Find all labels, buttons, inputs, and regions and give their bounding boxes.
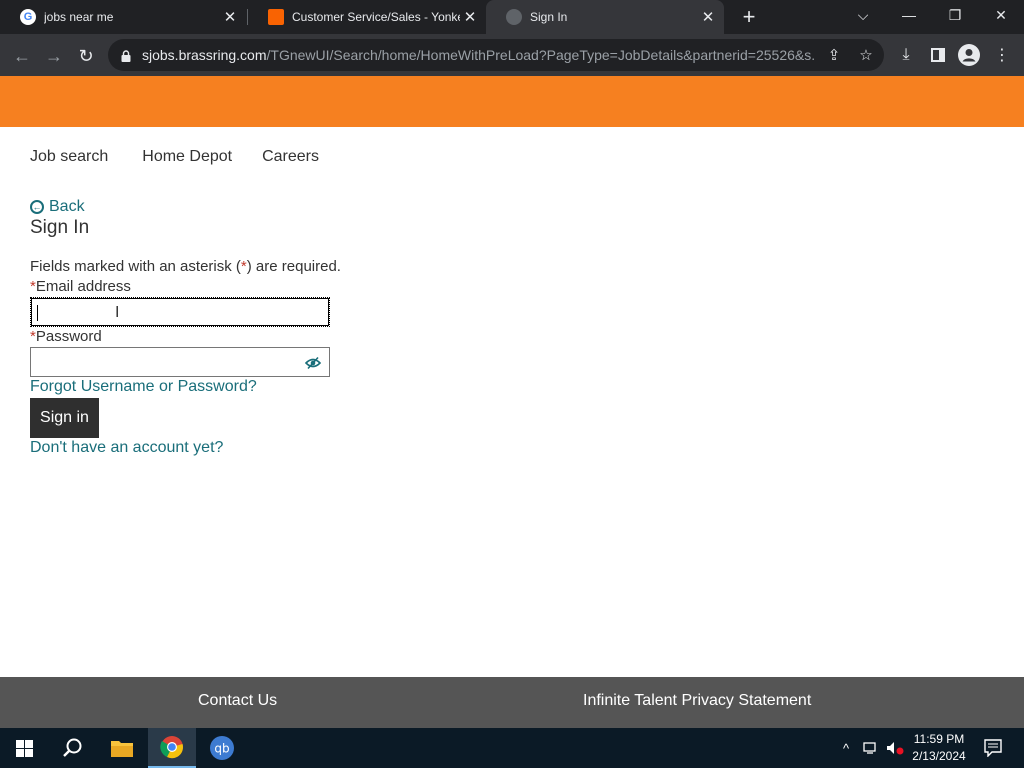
tab-customer-service[interactable]: Customer Service/Sales - Yonkers ✕ [248,0,486,34]
show-hidden-icons-chevron-icon[interactable]: ^ [836,728,856,768]
note-suffix: ) are required. [246,258,341,275]
back-arrow-icon[interactable]: ← [8,42,36,70]
page-footer: Contact Us Infinite Talent Privacy State… [0,677,1024,728]
windows-start-icon[interactable] [0,728,48,768]
browser-toolbar: ← → ↻ sjobs.brassring.com/TGnewUI/Search… [0,34,1024,76]
clock-date: 2/13/2024 [912,749,966,763]
minimize-icon[interactable]: — [886,0,932,30]
chrome-taskbar-icon[interactable] [148,728,196,768]
restore-icon[interactable]: ❐ [932,0,978,30]
privacy-statement-link[interactable]: Infinite Talent Privacy Statement [583,692,811,710]
reload-icon[interactable]: ↻ [72,42,100,70]
notification-center-icon[interactable] [978,728,1008,768]
google-icon: G [20,9,36,25]
forward-arrow-icon[interactable]: → [40,42,68,70]
close-window-icon[interactable]: ✕ [978,0,1024,30]
email-label: *Email address [30,278,131,295]
qb-app-icon[interactable]: qb [198,728,246,768]
close-tab-icon[interactable]: ✕ [460,7,480,27]
tab-title: Customer Service/Sales - Yonkers [292,10,460,24]
create-account-link[interactable]: Don't have an account yet? [30,439,223,457]
show-password-eye-icon[interactable] [304,356,322,370]
ibeam-cursor-icon: I [115,304,120,321]
clock-time: 11:59 PM [913,732,965,746]
tab-jobs-near-me[interactable]: G jobs near me ✕ [0,0,246,34]
kebab-menu-icon[interactable]: ⋮ [991,44,1013,66]
close-tab-icon[interactable]: ✕ [698,7,718,27]
address-bar[interactable]: sjobs.brassring.com/TGnewUI/Search/home/… [108,39,884,71]
nav-careers[interactable]: Careers [262,148,319,166]
brand-header-band [0,76,1024,127]
profile-avatar-icon[interactable] [958,44,980,66]
tab-title: Sign In [530,10,568,24]
download-icon[interactable]: ⤓ [895,44,917,66]
url-text[interactable]: sjobs.brassring.com/TGnewUI/Search/home/… [142,47,814,63]
svg-text:qb: qb [214,742,229,756]
email-label-text: Email address [35,278,131,295]
nav-home-depot[interactable]: Home Depot [142,148,232,166]
contact-us-link[interactable]: Contact Us [198,692,277,710]
windows-taskbar: qb ^ 11:59 PM 2/13/2024 [0,728,1024,768]
page-title: Sign In [30,217,90,238]
url-host: sjobs.brassring.com [142,47,267,63]
sign-in-button[interactable]: Sign in [30,398,99,438]
forgot-credentials-link[interactable]: Forgot Username or Password? [30,378,257,396]
new-tab-icon[interactable]: + [736,4,762,30]
volume-muted-icon[interactable] [884,728,906,768]
url-path: /TGnewUI/Search/home/HomeWithPreLoad?Pag… [266,47,815,63]
home-depot-icon [268,9,284,25]
back-link[interactable]: ← Back [30,198,85,216]
email-field[interactable]: I [30,297,330,327]
required-fields-note: Fields marked with an asterisk (*) are r… [30,258,341,275]
note-prefix: Fields marked with an asterisk ( [30,258,241,275]
bookmark-star-icon[interactable]: ☆ [856,45,876,65]
password-label-text: Password [35,328,102,345]
back-label: Back [49,198,85,215]
back-circle-arrow-icon: ← [30,200,44,214]
network-icon[interactable] [860,728,882,768]
tab-search-chevron-icon[interactable]: ⌵ [840,0,886,30]
search-icon[interactable] [48,728,96,768]
lock-icon [120,49,132,62]
system-clock[interactable]: 11:59 PM 2/13/2024 [908,731,970,765]
share-icon[interactable]: ⇪ [824,45,844,65]
nav-job-search[interactable]: Job search [30,148,108,166]
tab-title: jobs near me [44,10,114,24]
side-panel-icon[interactable] [927,44,949,66]
browser-tab-strip: G jobs near me ✕ Customer Service/Sales … [0,0,1024,34]
password-field[interactable] [30,347,330,377]
tab-sign-in[interactable]: Sign In ✕ [486,0,724,34]
text-caret [37,305,38,321]
close-tab-icon[interactable]: ✕ [220,7,240,27]
site-nav: Job search Home Depot Careers [30,148,353,166]
password-label: *Password [30,328,102,345]
globe-icon [506,9,522,25]
file-explorer-icon[interactable] [98,728,146,768]
web-page: Job search Home Depot Careers ← Back Sig… [0,76,1024,728]
